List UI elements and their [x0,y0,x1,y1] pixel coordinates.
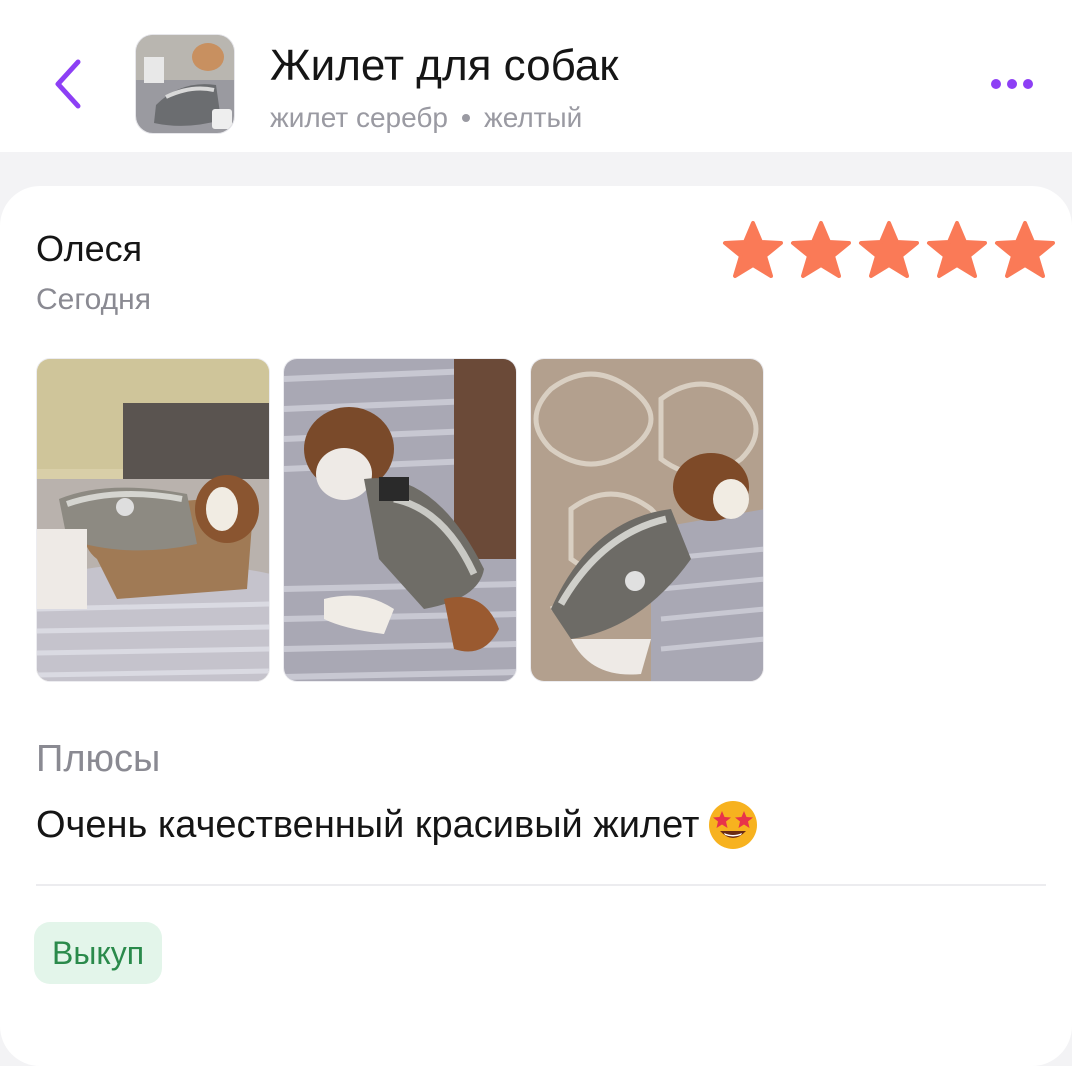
app-header: Жилет для собак жилет серебр желтый [0,0,1072,152]
purchase-badge: Выкуп [34,922,163,984]
more-dot [1007,79,1017,89]
review-photo-2[interactable] [283,358,517,682]
divider [36,884,1046,886]
more-options-button[interactable] [980,66,1044,102]
variant-size: желтый [483,102,583,133]
pros-text: Очень качественный красивый жилет [36,804,700,846]
review-photo-1[interactable] [36,358,270,682]
separator-dot [461,114,470,122]
variant-color: жилет серебр [270,102,448,133]
star-icon [927,221,987,278]
star-icon [723,221,783,278]
pros-text-row: Очень качественный красивый жилет [36,798,759,852]
star-icon [859,221,919,278]
product-variant: жилет серебр желтый [270,100,582,136]
star-icon [791,221,851,278]
product-thumbnail[interactable] [135,34,235,134]
review-author: Олеся [36,228,143,269]
more-dots-icon [991,79,1001,89]
product-title: Жилет для собак [270,41,619,90]
review-photo-3[interactable] [530,358,764,682]
chevron-left-icon [55,59,81,109]
star-icon [995,221,1055,278]
more-dot [1023,79,1033,89]
rating-stars [722,220,1056,280]
review-date: Сегодня [36,283,151,316]
back-button[interactable] [44,52,92,116]
star-struck-emoji-icon [709,801,758,849]
pros-title: Плюсы [36,738,161,780]
